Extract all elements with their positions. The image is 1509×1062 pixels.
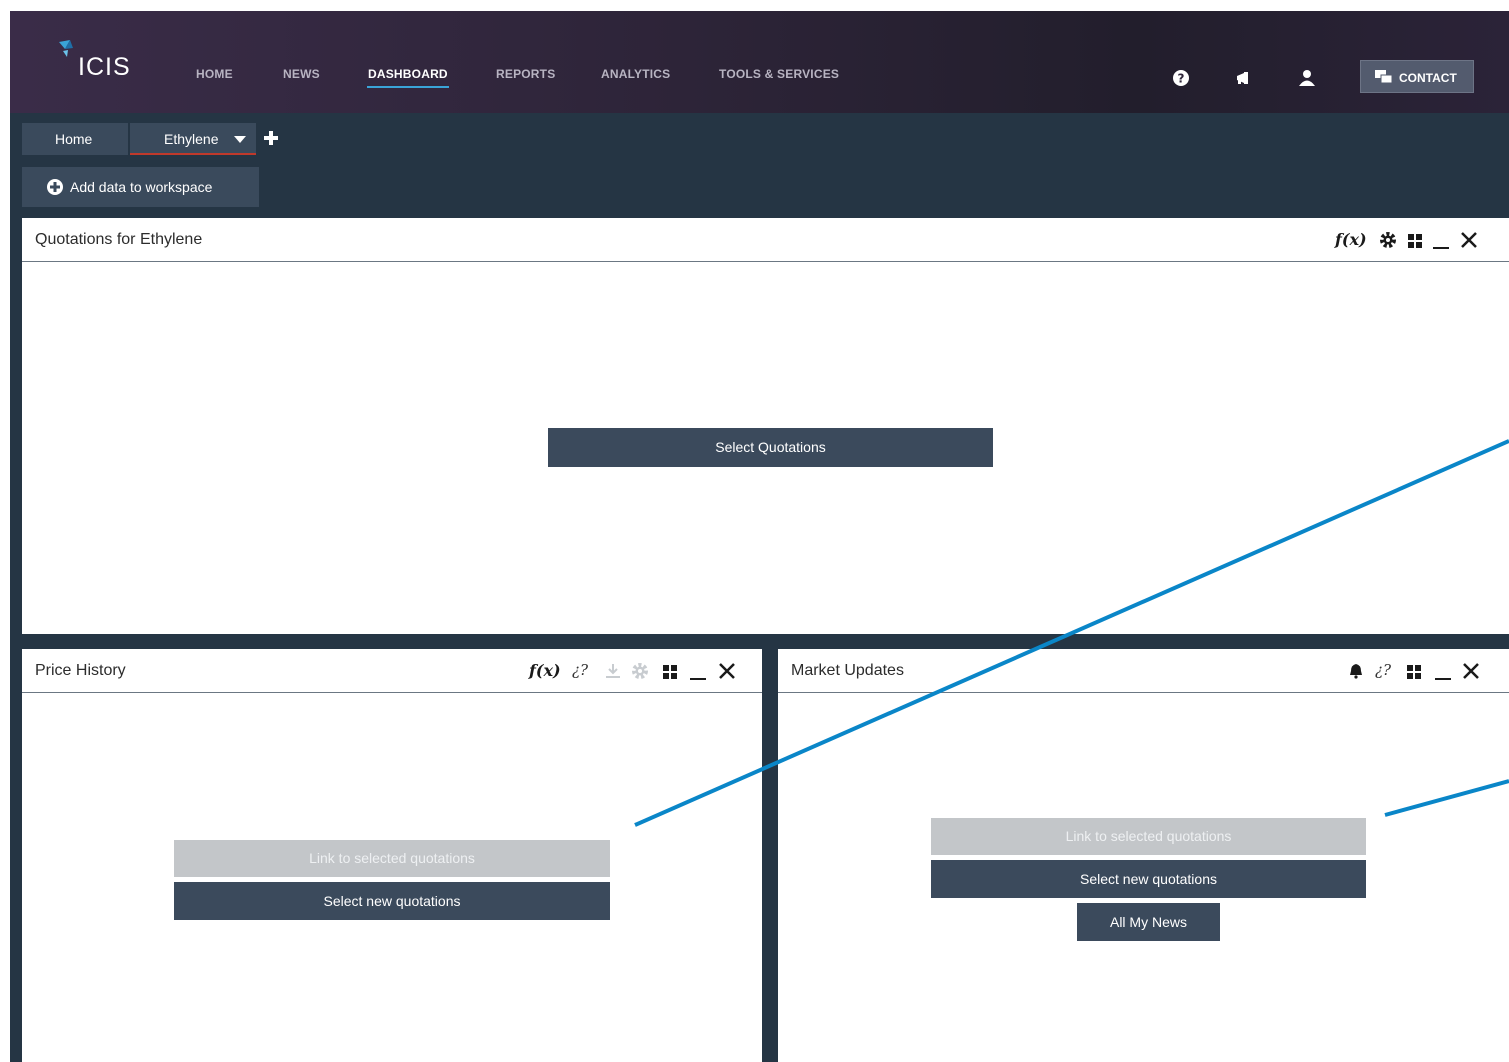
quotations-panel: Quotations for Ethylene f(x) Select Quot… — [22, 218, 1509, 634]
link-selected-quotations-button[interactable]: Link to selected quotations — [174, 840, 610, 877]
link-icon[interactable]: ¿? — [1375, 661, 1391, 679]
gear-icon[interactable] — [631, 662, 649, 680]
grid-icon[interactable] — [662, 664, 678, 680]
quotations-panel-header: Quotations for Ethylene f(x) — [22, 218, 1509, 262]
logo-mark-icon — [59, 40, 73, 57]
select-quotations-button[interactable]: Select Quotations — [548, 428, 993, 467]
select-new-quotations-button[interactable]: Select new quotations — [174, 882, 610, 920]
tab-home[interactable]: Home — [22, 123, 128, 155]
add-data-label: Add data to workspace — [70, 179, 213, 195]
megaphone-icon[interactable] — [1233, 67, 1255, 89]
minimize-icon[interactable] — [1434, 664, 1452, 682]
plus-circle-icon — [47, 179, 63, 195]
help-icon[interactable]: ? — [1170, 67, 1192, 89]
nav-dashboard[interactable]: DASHBOARD — [367, 67, 449, 88]
nav-dashboard-label: DASHBOARD — [368, 67, 448, 81]
add-data-button[interactable]: Add data to workspace — [22, 167, 259, 207]
tab-ethylene-label: Ethylene — [164, 131, 219, 147]
nav-news[interactable]: NEWS — [283, 67, 320, 81]
tab-home-label: Home — [55, 131, 93, 147]
nav-tools-services[interactable]: TOOLS & SERVICES — [719, 67, 839, 81]
price-history-panel: Price History f(x) ¿? Link to selected q… — [22, 649, 762, 1062]
grid-icon[interactable] — [1406, 664, 1422, 680]
nav-analytics[interactable]: ANALYTICS — [601, 67, 670, 81]
price-history-panel-header: Price History f(x) ¿? — [22, 649, 762, 693]
grid-icon[interactable] — [1407, 233, 1423, 249]
active-nav-underline — [367, 86, 449, 88]
tab-ethylene[interactable]: Ethylene — [130, 123, 256, 155]
logo-text: ICIS — [78, 53, 131, 81]
fx-icon[interactable]: f(x) — [529, 661, 561, 680]
chevron-down-icon[interactable] — [234, 136, 246, 143]
close-icon[interactable] — [1459, 230, 1479, 250]
user-icon[interactable] — [1296, 67, 1318, 89]
gear-icon[interactable] — [1379, 231, 1397, 249]
link-icon[interactable]: ¿? — [572, 661, 588, 679]
chat-icon — [1375, 70, 1393, 84]
contact-button[interactable]: CONTACT — [1360, 60, 1474, 93]
market-updates-panel: Market Updates ¿? Link to selected quota… — [778, 649, 1509, 1062]
contact-label: CONTACT — [1399, 71, 1457, 85]
nav-home[interactable]: HOME — [196, 67, 233, 81]
close-icon[interactable] — [717, 661, 737, 681]
svg-text:?: ? — [1178, 72, 1185, 86]
price-history-panel-title: Price History — [35, 662, 126, 679]
nav-reports[interactable]: REPORTS — [496, 67, 555, 81]
download-icon[interactable] — [605, 663, 621, 679]
select-new-quotations-button[interactable]: Select new quotations — [931, 860, 1366, 898]
market-updates-panel-header: Market Updates ¿? — [778, 649, 1509, 693]
market-updates-panel-title: Market Updates — [791, 662, 904, 679]
link-selected-quotations-button[interactable]: Link to selected quotations — [931, 818, 1366, 855]
icis-logo[interactable]: ICIS — [58, 39, 148, 85]
quotations-panel-title: Quotations for Ethylene — [35, 231, 203, 248]
add-tab-icon[interactable] — [262, 129, 280, 147]
fx-icon[interactable]: f(x) — [1335, 230, 1367, 249]
top-navigation: ICIS HOME NEWS DASHBOARD REPORTS ANALYTI… — [10, 11, 1509, 113]
app-window: ICIS HOME NEWS DASHBOARD REPORTS ANALYTI… — [10, 11, 1509, 1062]
minimize-icon[interactable] — [689, 664, 707, 682]
close-icon[interactable] — [1461, 661, 1481, 681]
bell-icon[interactable] — [1348, 663, 1364, 679]
all-my-news-button[interactable]: All My News — [1077, 903, 1220, 941]
minimize-icon[interactable] — [1432, 233, 1450, 251]
